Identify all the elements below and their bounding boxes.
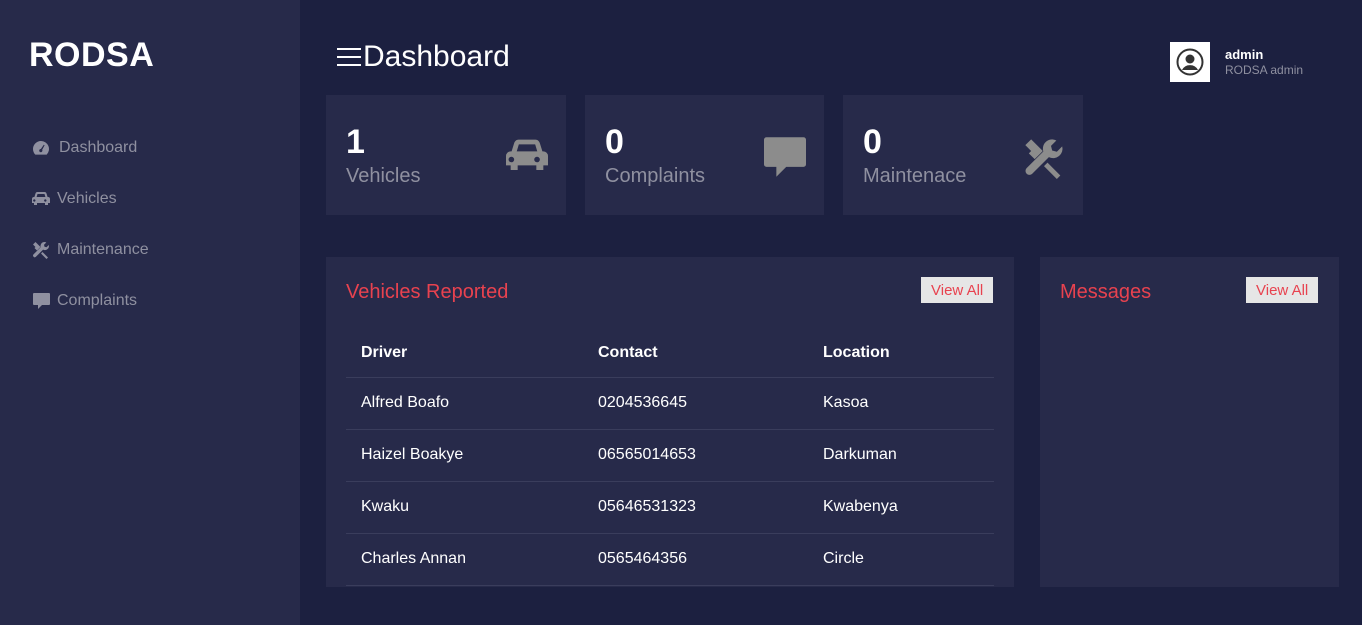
cell-location: Kwabenya: [808, 481, 994, 534]
vehicles-table: Driver Contact Location Alfred Boafo 020…: [346, 329, 994, 586]
panel-title: Messages: [1060, 281, 1152, 303]
stat-card-maintenance[interactable]: 0 Maintenace: [843, 95, 1083, 215]
stat-label: Maintenace: [863, 165, 967, 187]
sidebar-item-label: Vehicles: [57, 189, 117, 207]
stat-value: 0: [863, 123, 882, 161]
sidebar-item-label: Maintenance: [57, 240, 149, 258]
sidebar-item-vehicles[interactable]: Vehicles: [31, 173, 149, 224]
cell-location: Kasoa: [808, 377, 994, 430]
sidebar-item-complaints[interactable]: Complaints: [31, 275, 149, 326]
user-name: admin: [1225, 47, 1264, 62]
column-header-driver: Driver: [346, 329, 583, 378]
messages-panel: Messages View All: [1040, 257, 1339, 587]
car-icon: [31, 189, 51, 209]
table-row[interactable]: Charles Annan 0565464356 Circle: [346, 533, 994, 586]
menu-toggle-icon[interactable]: [337, 46, 361, 68]
sidebar-item-label: Complaints: [57, 291, 138, 309]
comment-icon: [31, 291, 51, 311]
user-profile[interactable]: admin RODSA admin: [1170, 42, 1303, 82]
page-header: Dashboard: [337, 40, 510, 74]
sidebar-item-maintenance[interactable]: Maintenance: [31, 224, 149, 275]
stat-card-complaints[interactable]: 0 Complaints: [585, 95, 824, 215]
stat-value: 1: [346, 123, 365, 161]
gauge-icon: [31, 138, 51, 158]
column-header-location: Location: [808, 329, 994, 378]
comment-icon: [764, 137, 806, 182]
tools-icon: [31, 240, 51, 260]
table-row[interactable]: Alfred Boafo 0204536645 Kasoa: [346, 377, 994, 430]
vehicles-reported-panel: Vehicles Reported View All Driver Contac…: [326, 257, 1014, 587]
table-header-row: Driver Contact Location: [346, 329, 994, 378]
cell-contact: 06565014653: [583, 429, 808, 482]
cell-driver: Alfred Boafo: [346, 377, 583, 430]
cell-driver: Haizel Boakye: [346, 429, 583, 482]
sidebar-nav: Dashboard Vehicles Maintenance Complaint…: [31, 122, 149, 326]
view-all-vehicles-button[interactable]: View All: [921, 277, 994, 303]
user-role: RODSA admin: [1225, 62, 1304, 77]
table-row[interactable]: Kwaku 05646531323 Kwabenya: [346, 481, 994, 534]
car-icon: [506, 137, 548, 180]
page-title: Dashboard: [363, 40, 510, 73]
cell-driver: Kwaku: [346, 481, 583, 534]
column-header-contact: Contact: [583, 329, 808, 378]
sidebar-item-dashboard[interactable]: Dashboard: [31, 122, 149, 173]
sidebar: RODSA Dashboard Vehicles Maintenance Com…: [0, 0, 300, 625]
user-circle-icon: [1176, 48, 1204, 76]
brand-logo[interactable]: RODSA: [29, 36, 154, 75]
stat-label: Vehicles: [346, 165, 421, 187]
avatar[interactable]: [1170, 42, 1210, 82]
cell-contact: 0204536645: [583, 377, 808, 430]
stat-value: 0: [605, 123, 624, 161]
cell-driver: Charles Annan: [346, 533, 583, 586]
cell-contact: 05646531323: [583, 481, 808, 534]
user-info: admin RODSA admin: [1225, 47, 1303, 77]
cell-contact: 0565464356: [583, 533, 808, 586]
panel-title: Vehicles Reported: [346, 281, 509, 303]
table-row[interactable]: Haizel Boakye 06565014653 Darkuman: [346, 429, 994, 482]
cell-location: Darkuman: [808, 429, 994, 482]
tools-icon: [1023, 137, 1065, 184]
cell-location: Circle: [808, 533, 994, 586]
stat-card-vehicles[interactable]: 1 Vehicles: [326, 95, 566, 215]
sidebar-item-label: Dashboard: [59, 138, 138, 156]
view-all-messages-button[interactable]: View All: [1246, 277, 1319, 303]
stat-label: Complaints: [605, 165, 706, 187]
